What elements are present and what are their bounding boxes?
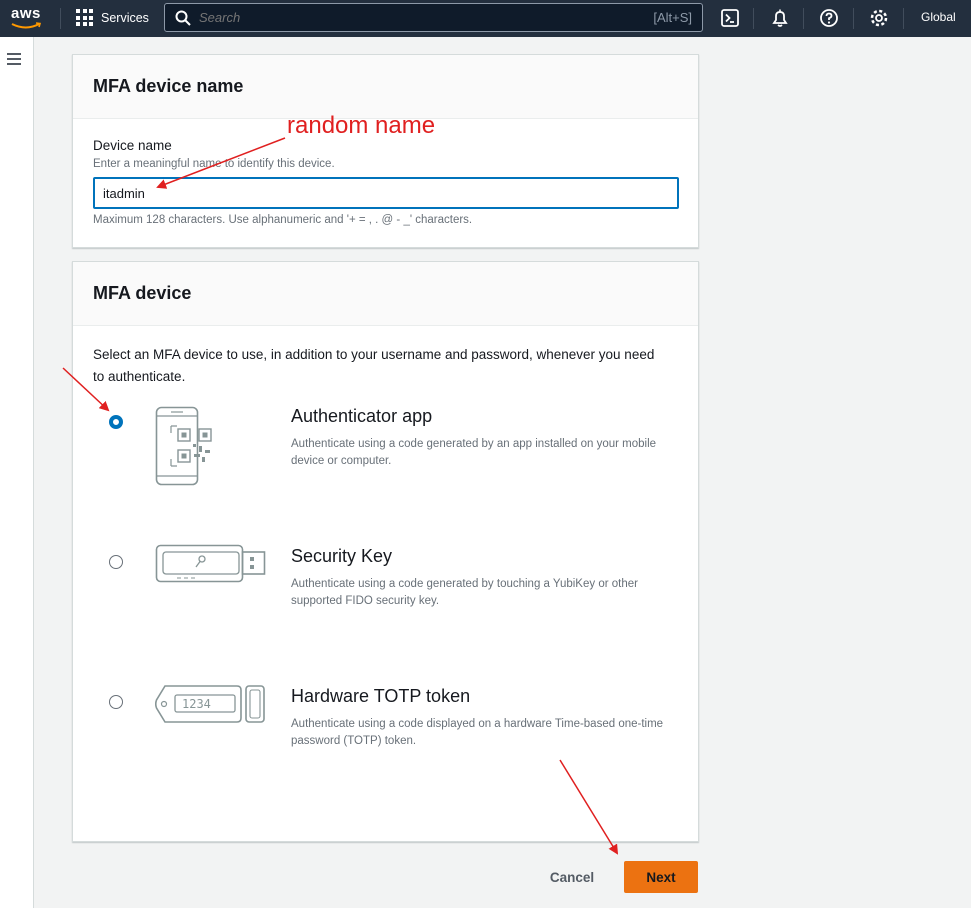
nav-divider bbox=[903, 8, 904, 29]
search-shortcut-hint: [Alt+S] bbox=[653, 10, 692, 25]
region-label: Global bbox=[921, 10, 956, 24]
search-icon bbox=[175, 10, 191, 26]
next-button[interactable]: Next bbox=[624, 861, 698, 893]
device-name-constraint: Maximum 128 characters. Use alphanumeric… bbox=[93, 214, 473, 226]
device-name-description: Enter a meaningful name to identify this… bbox=[93, 158, 335, 170]
search-bar[interactable]: [Alt+S] bbox=[164, 3, 703, 32]
left-side-rail bbox=[0, 37, 34, 908]
option-authenticator-app[interactable]: Authenticator app Authenticate using a c… bbox=[73, 402, 698, 512]
annotation-note: random name bbox=[287, 112, 436, 139]
panel-title: MFA device bbox=[73, 262, 698, 326]
device-name-input[interactable] bbox=[93, 177, 679, 209]
option-security-key[interactable]: Security Key Authenticate using a code g… bbox=[73, 542, 698, 652]
hardware-totp-description: Authenticate using a code displayed on a… bbox=[291, 718, 664, 747]
nav-divider bbox=[853, 8, 854, 29]
phone-qr-icon bbox=[155, 406, 212, 486]
device-name-label: Device name bbox=[93, 138, 172, 153]
aws-logo-text: aws bbox=[11, 5, 41, 22]
search-input[interactable] bbox=[199, 10, 599, 25]
authenticator-app-radio[interactable] bbox=[109, 415, 123, 429]
cloudshell-icon[interactable] bbox=[720, 8, 740, 28]
usb-key-icon bbox=[155, 544, 266, 583]
top-navigation-bar: aws Services [Alt+S] bbox=[0, 0, 971, 37]
services-menu-button[interactable]: Services bbox=[76, 9, 149, 26]
hardware-totp-title: Hardware TOTP token bbox=[291, 686, 471, 706]
cancel-button[interactable]: Cancel bbox=[538, 862, 606, 893]
security-key-title: Security Key bbox=[291, 546, 393, 566]
security-key-description: Authenticate using a code generated by t… bbox=[291, 578, 638, 607]
security-key-radio[interactable] bbox=[109, 555, 123, 569]
panel-title: MFA device name bbox=[73, 55, 698, 119]
mfa-device-intro: Select an MFA device to use, in addition… bbox=[93, 347, 655, 384]
menu-hamburger-icon[interactable] bbox=[7, 53, 21, 65]
services-grid-icon bbox=[76, 9, 93, 26]
authenticator-app-description: Authenticate using a code generated by a… bbox=[291, 438, 657, 467]
settings-gear-icon[interactable] bbox=[869, 8, 889, 28]
aws-logo[interactable]: aws bbox=[10, 5, 44, 31]
help-icon[interactable] bbox=[819, 8, 839, 28]
nav-divider bbox=[753, 8, 754, 29]
totp-token-icon: 1234 bbox=[155, 685, 265, 723]
nav-divider bbox=[803, 8, 804, 29]
region-selector[interactable]: Global bbox=[921, 10, 956, 24]
mfa-device-name-panel: MFA device name Device name Enter a mean… bbox=[72, 54, 699, 248]
nav-divider bbox=[60, 8, 61, 29]
option-hardware-totp-token[interactable]: 1234 Hardware TOTP token Authenticate us… bbox=[73, 682, 698, 792]
notifications-bell-icon[interactable] bbox=[770, 8, 790, 28]
services-label: Services bbox=[101, 10, 149, 25]
aws-smile-icon bbox=[11, 22, 42, 29]
authenticator-app-title: Authenticator app bbox=[291, 406, 433, 426]
totp-display-digits: 1234 bbox=[182, 697, 211, 711]
hardware-totp-radio[interactable] bbox=[109, 695, 123, 709]
mfa-device-panel: MFA device Select an MFA device to use, … bbox=[72, 261, 699, 842]
